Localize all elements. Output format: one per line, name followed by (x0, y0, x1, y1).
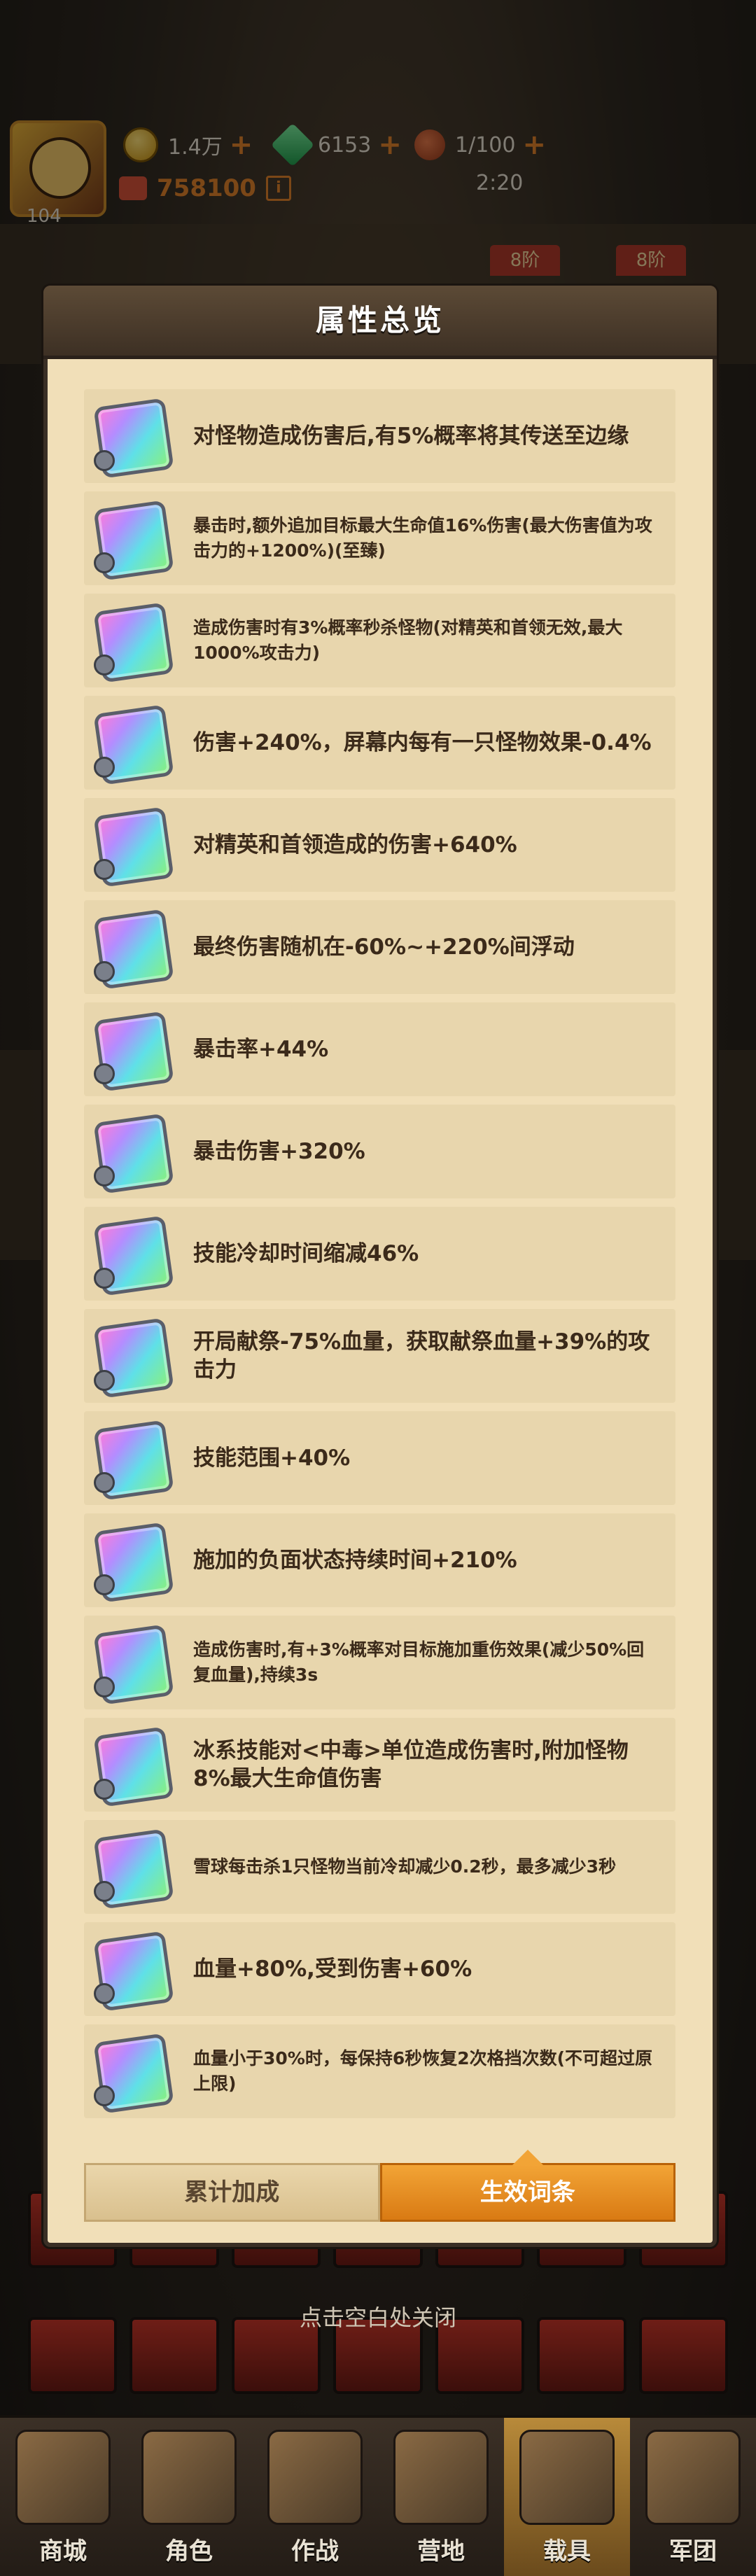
camp-icon (393, 2430, 489, 2525)
bottom-nav: 商城 角色 作战 营地 载具 军团 (0, 2415, 756, 2576)
nav-character[interactable]: 角色 (126, 2418, 252, 2576)
attribute-item: 造成伤害时,有+3%概率对目标施加重伤效果(减少50%回复血量),持续3s (84, 1616, 676, 1709)
attribute-item: 血量+80%,受到伤害+60% (84, 1922, 676, 2016)
nav-label: 作战 (291, 2538, 339, 2566)
affix-book-icon (92, 806, 174, 888)
attribute-text: 技能冷却时间缩减46% (193, 1241, 419, 1266)
vehicle-icon (519, 2430, 615, 2525)
attribute-item: 血量小于30%时，每保持6秒恢复2次格挡次数(不可超过原上限) (84, 2024, 676, 2118)
attribute-text: 冰系技能对<中毒>单位造成伤害时,附加怪物8%最大生命值伤害 (193, 1738, 629, 1791)
attribute-text: 对怪物造成伤害后,有5%概率将其传送至边缘 (193, 424, 629, 449)
affix-book-icon (92, 1930, 174, 2012)
affix-book-icon (92, 1726, 174, 1807)
affix-book-icon (92, 397, 174, 479)
attribute-text: 暴击率+44% (193, 1037, 329, 1062)
affix-book-icon (92, 1317, 174, 1399)
affix-book-icon (92, 704, 174, 785)
attribute-text: 暴击伤害+320% (193, 1139, 365, 1164)
attribute-item: 对精英和首领造成的伤害+640% (84, 798, 676, 892)
book-clip (94, 1472, 115, 1493)
attribute-item: 造成伤害时有3%概率秒杀怪物(对精英和首领无效,最大1000%攻击力) (84, 594, 676, 687)
modal-tabs: 累计加成 生效词条 (84, 2150, 676, 2222)
affix-book-icon (92, 1112, 174, 1194)
attribute-item: 暴击伤害+320% (84, 1105, 676, 1198)
affix-book-icon (92, 1419, 174, 1501)
nav-label: 军团 (669, 2538, 717, 2566)
attribute-item: 技能范围+40% (84, 1411, 676, 1505)
attribute-text: 最终伤害随机在-60%~+220%间浮动 (193, 934, 575, 960)
book-clip (94, 1881, 115, 1902)
book-clip (94, 859, 115, 880)
nav-label: 角色 (165, 2538, 213, 2566)
affix-book-icon (92, 2032, 174, 2114)
nav-label: 营地 (417, 2538, 465, 2566)
attribute-item: 开局献祭-75%血量，获取献祭血量+39%的攻击力 (84, 1309, 676, 1403)
book-clip (94, 1676, 115, 1698)
book-clip (94, 1574, 115, 1595)
nav-label: 商城 (39, 2538, 87, 2566)
book-clip (94, 2085, 115, 2106)
attribute-item: 最终伤害随机在-60%~+220%间浮动 (84, 900, 676, 994)
book-clip (94, 1166, 115, 1186)
attribute-text: 造成伤害时,有+3%概率对目标施加重伤效果(减少50%回复血量),持续3s (193, 1639, 645, 1685)
attribute-text: 伤害+240%，屏幕内每有一只怪物效果-0.4% (193, 730, 652, 755)
attribute-text: 造成伤害时有3%概率秒杀怪物(对精英和首领无效,最大1000%攻击力) (193, 617, 623, 663)
tab-cumulative-bonus[interactable]: 累计加成 (84, 2163, 380, 2222)
affix-book-icon (92, 1010, 174, 1092)
attribute-text: 开局献祭-75%血量，获取献祭血量+39%的攻击力 (193, 1329, 650, 1382)
book-clip (94, 654, 115, 676)
attribute-text: 血量小于30%时，每保持6秒恢复2次格挡次数(不可超过原上限) (193, 2048, 653, 2094)
attribute-item: 暴击时,额外追加目标最大生命值16%伤害(最大伤害值为攻击力的+1200%)(至… (84, 491, 676, 585)
legion-icon (645, 2430, 741, 2525)
attribute-text: 血量+80%,受到伤害+60% (193, 1956, 472, 1982)
tab-active-affixes[interactable]: 生效词条 (379, 2150, 676, 2222)
nav-label: 载具 (543, 2538, 591, 2566)
attribute-item: 暴击率+44% (84, 1002, 676, 1096)
character-icon (141, 2430, 237, 2525)
attribute-item: 雪球每击杀1只怪物当前冷却减少0.2秒，最多减少3秒 (84, 1820, 676, 1914)
book-clip (94, 1779, 115, 1800)
affix-book-icon (92, 499, 174, 581)
attribute-text: 对精英和首领造成的伤害+640% (193, 832, 517, 858)
affix-book-icon (92, 1623, 174, 1705)
affix-book-icon (92, 601, 174, 683)
book-clip (94, 1983, 115, 2004)
affix-book-icon (92, 1521, 174, 1603)
book-clip (94, 1370, 115, 1391)
battle-icon (267, 2430, 363, 2525)
attribute-item: 技能冷却时间缩减46% (84, 1207, 676, 1301)
nav-battle[interactable]: 作战 (252, 2418, 378, 2576)
attribute-text: 雪球每击杀1只怪物当前冷却减少0.2秒，最多减少3秒 (193, 1856, 617, 1877)
close-hint[interactable]: 点击空白处关闭 (0, 2300, 756, 2332)
attribute-item: 冰系技能对<中毒>单位造成伤害时,附加怪物8%最大生命值伤害 (84, 1718, 676, 1812)
modal-header: 属性总览 (43, 286, 717, 359)
attribute-item: 施加的负面状态持续时间+210% (84, 1513, 676, 1607)
attribute-list[interactable]: 对怪物造成伤害后,有5%概率将其传送至边缘暴击时,额外追加目标最大生命值16%伤… (84, 389, 676, 2127)
nav-legion[interactable]: 军团 (630, 2418, 756, 2576)
book-clip (94, 757, 115, 778)
nav-shop[interactable]: 商城 (0, 2418, 126, 2576)
affix-book-icon (92, 1214, 174, 1296)
book-clip (94, 1268, 115, 1289)
attribute-item: 伤害+240%，屏幕内每有一只怪物效果-0.4% (84, 696, 676, 790)
affix-book-icon (92, 908, 174, 990)
affix-book-icon (92, 1828, 174, 1910)
shop-icon (15, 2430, 111, 2525)
attribute-overview-modal: 属性总览 对怪物造成伤害后,有5%概率将其传送至边缘暴击时,额外追加目标最大生命… (43, 286, 717, 2247)
attribute-text: 施加的负面状态持续时间+210% (193, 1548, 517, 1573)
book-clip (94, 552, 115, 573)
attribute-item: 对怪物造成伤害后,有5%概率将其传送至边缘 (84, 389, 676, 483)
attribute-text: 暴击时,额外追加目标最大生命值16%伤害(最大伤害值为攻击力的+1200%)(至… (193, 515, 652, 561)
nav-vehicle[interactable]: 载具 (504, 2418, 630, 2576)
book-clip (94, 961, 115, 982)
nav-camp[interactable]: 营地 (378, 2418, 504, 2576)
book-clip (94, 450, 115, 471)
modal-title: 属性总览 (315, 303, 444, 337)
attribute-text: 技能范围+40% (193, 1446, 351, 1471)
book-clip (94, 1063, 115, 1084)
